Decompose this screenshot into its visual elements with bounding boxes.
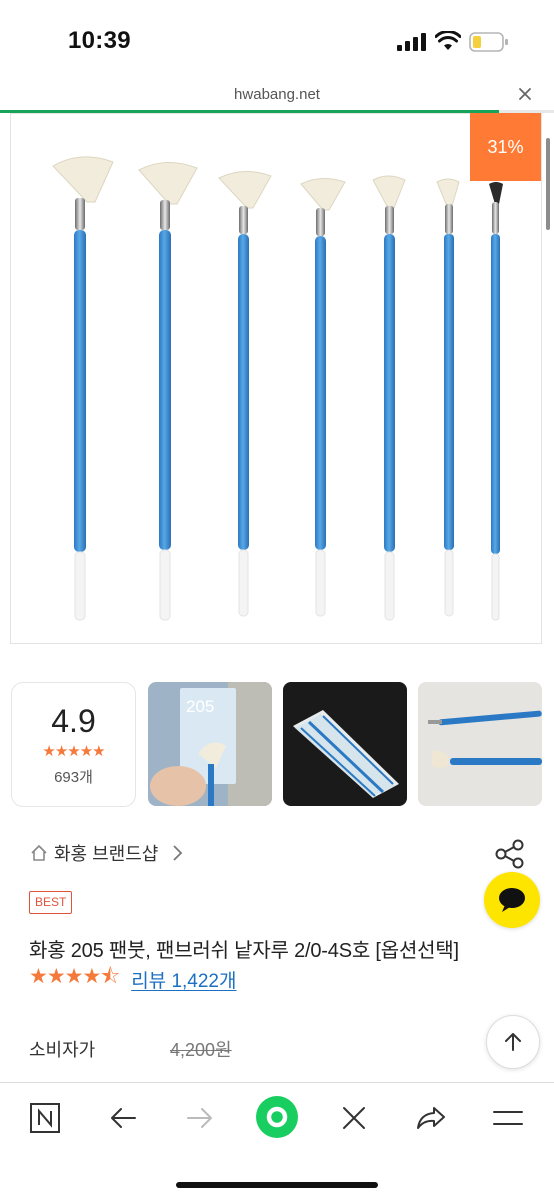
share-page-button[interactable] (411, 1098, 451, 1138)
arrow-up-icon (505, 1033, 521, 1051)
consumer-price-value: 4,200원 (170, 1040, 232, 1060)
review-photo-thumbnail[interactable] (418, 682, 542, 806)
share-icon (417, 1107, 445, 1129)
close-tab-button[interactable] (334, 1098, 374, 1138)
product-image[interactable] (10, 113, 542, 644)
kakao-chat-button[interactable] (484, 872, 540, 928)
rating-score: 4.9 (51, 703, 96, 739)
forward-arrow-icon (187, 1108, 212, 1128)
menu-button[interactable] (488, 1098, 528, 1138)
close-icon[interactable] (516, 85, 534, 103)
back-button[interactable] (103, 1098, 143, 1138)
back-arrow-icon (111, 1108, 136, 1128)
consumer-price-label: 소비자가 (29, 1040, 96, 1060)
green-dot-button[interactable] (255, 1095, 299, 1139)
home-icon (31, 845, 47, 861)
status-time: 10:39 (68, 27, 131, 54)
product-title: 화홍 205 팬붓, 팬브러쉬 낱자루 2/0-4S호 [옵션선택] (29, 940, 459, 962)
rating-count: 693개 (54, 769, 93, 786)
fan-brushes-illustration (52, 156, 503, 621)
product-rating-stars: ★★★★⯪ (29, 964, 120, 988)
review-photo-thumbnail[interactable]: 205 (148, 682, 272, 806)
url-text[interactable]: hwabang.net (0, 86, 554, 103)
page-scrollbar[interactable] (546, 138, 550, 230)
brand-shop-link[interactable]: 화홍 브랜드샵 (30, 840, 188, 866)
brand-name: 화홍 브랜드샵 (54, 844, 159, 864)
naver-n-icon (30, 1103, 60, 1133)
menu-icon (493, 1111, 523, 1125)
url-bar[interactable]: hwabang.net (0, 80, 554, 112)
chevron-right-icon (173, 845, 183, 861)
best-badge: BEST (29, 891, 73, 914)
battery-icon (469, 32, 508, 52)
package-label: 205 (186, 697, 214, 716)
brush-closeup-photo (418, 682, 542, 806)
scroll-to-top-button[interactable] (486, 1015, 540, 1069)
review-row: ★★★★⯪ 리뷰 1,422개 (29, 965, 236, 993)
discount-badge: 31% (470, 113, 541, 181)
green-dot-icon (256, 1096, 298, 1138)
home-indicator (176, 1182, 378, 1188)
forward-button[interactable] (180, 1098, 220, 1138)
brush-packs-photo (283, 682, 407, 806)
rating-stars: ★★★★★ (42, 743, 105, 760)
signal-icon (397, 33, 426, 51)
wifi-icon (435, 31, 461, 50)
review-photo-thumbnail[interactable] (283, 682, 407, 806)
status-bar: 10:39 (0, 0, 554, 80)
brush-package-photo: 205 (148, 682, 272, 806)
rating-summary-card[interactable]: 4.9 ★★★★★ 693개 (11, 682, 136, 807)
chat-bubble-icon (499, 888, 525, 912)
share-icon[interactable] (493, 838, 527, 870)
naver-home-button[interactable] (25, 1098, 65, 1138)
close-icon (343, 1107, 365, 1129)
review-count-link[interactable]: 리뷰 1,422개 (131, 966, 236, 993)
